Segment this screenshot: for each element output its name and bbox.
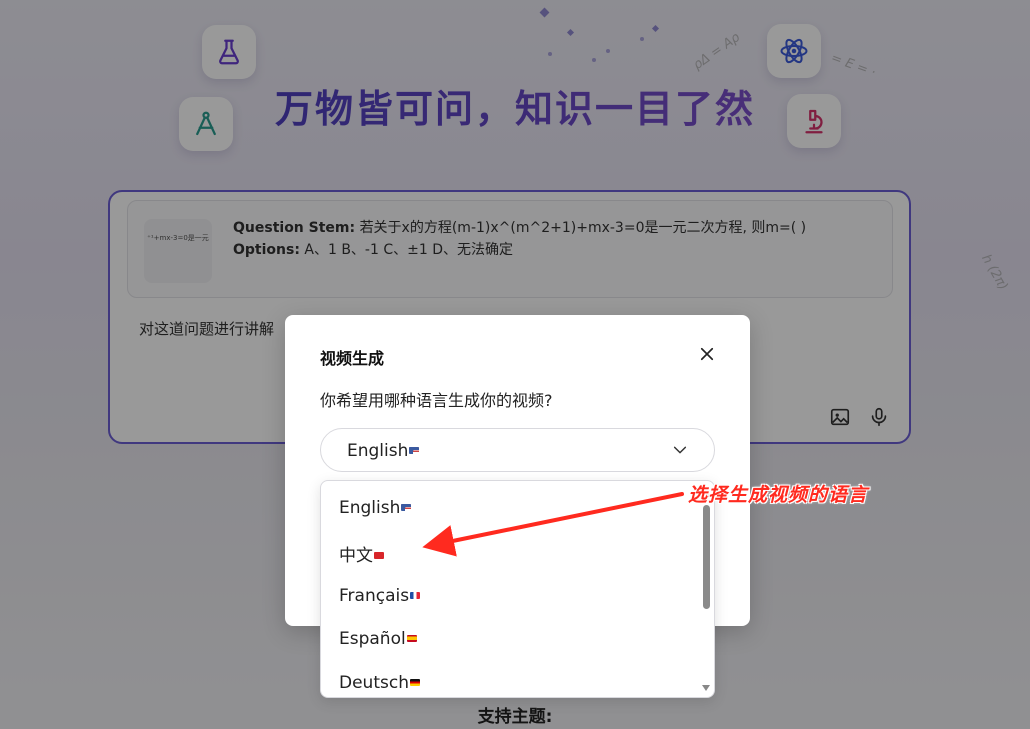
language-select[interactable]: English — [320, 428, 715, 472]
language-option-french[interactable]: Français — [339, 586, 421, 606]
dialog-question: 你希望用哪种语言生成你的视频? — [320, 391, 553, 410]
dropdown-scrollbar[interactable] — [703, 505, 710, 609]
chevron-down-icon[interactable] — [672, 442, 688, 458]
language-option-chinese[interactable]: 中文 — [339, 541, 384, 566]
language-option-spanish[interactable]: Español — [339, 629, 417, 649]
es-flag-icon — [406, 635, 417, 642]
annotation-label: 选择生成视频的语言 — [688, 484, 869, 506]
selected-language: English — [347, 441, 420, 461]
scroll-down-arrow[interactable] — [702, 685, 710, 691]
close-icon[interactable] — [698, 345, 716, 363]
us-flag-icon — [409, 447, 420, 454]
dialog-title: 视频生成 — [320, 349, 385, 368]
cn-flag-icon — [374, 552, 384, 559]
de-flag-icon — [409, 679, 420, 686]
language-option-german[interactable]: Deutsch — [339, 673, 420, 693]
us-flag-icon — [401, 504, 412, 511]
annotation-arrow — [422, 492, 684, 557]
language-option-english[interactable]: English — [339, 498, 412, 518]
fr-flag-icon — [410, 592, 421, 599]
